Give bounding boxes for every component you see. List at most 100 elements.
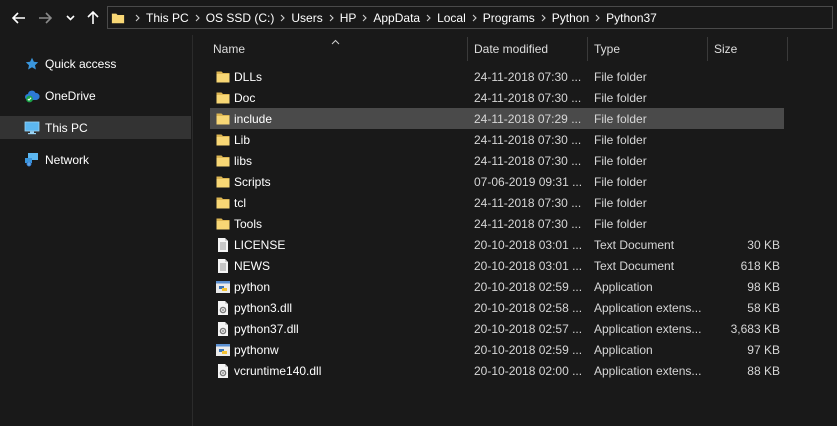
file-row[interactable]: include 24-11-2018 07:29 ... File folder — [210, 108, 784, 129]
column-divider[interactable] — [707, 37, 708, 61]
file-row[interactable]: Lib 24-11-2018 07:30 ... File folder — [210, 129, 784, 150]
file-row[interactable]: vcruntime140.dll 20-10-2018 02:00 ... Appl… — [210, 360, 784, 381]
breadcrumb-item[interactable]: OS SSD (C:) — [206, 11, 275, 25]
column-divider[interactable] — [787, 37, 788, 61]
file-row[interactable]: tcl 24-11-2018 07:30 ... File folder — [210, 192, 784, 213]
computer-icon — [24, 120, 40, 136]
chevron-right-icon[interactable] — [329, 14, 334, 22]
address-bar[interactable]: This PC OS SSD (C:) Users HP AppData Local Pro… — [107, 6, 833, 29]
file-date: 24-11-2018 07:30 ... — [474, 69, 582, 84]
chevron-right-icon[interactable] — [426, 14, 431, 22]
chevron-right-icon[interactable] — [135, 14, 140, 22]
chevron-right-icon[interactable] — [195, 14, 200, 22]
file-row[interactable]: python 20-10-2018 02:59 ... Application 98 … — [210, 276, 784, 297]
recent-locations-button[interactable] — [60, 6, 80, 30]
up-button[interactable] — [82, 6, 104, 30]
breadcrumb-item[interactable]: Python37 — [606, 11, 657, 25]
file-row[interactable]: libs 24-11-2018 07:30 ... File folder — [210, 150, 784, 171]
sidebar-item-label: OneDrive — [45, 88, 96, 103]
file-type: File folder — [594, 111, 647, 126]
sidebar-item-this-pc[interactable]: This PC — [0, 116, 191, 139]
file-name: Lib — [234, 132, 251, 147]
file-row[interactable]: Tools 24-11-2018 07:30 ... File folder — [210, 213, 784, 234]
network-icon — [24, 152, 40, 168]
file-name: DLLs — [234, 69, 263, 84]
column-header-label: Name — [213, 42, 246, 56]
folder-icon — [215, 195, 231, 211]
file-date: 20-10-2018 03:01 ... — [474, 258, 583, 273]
chevron-down-icon — [65, 15, 75, 21]
onedrive-cloud-icon — [24, 88, 40, 104]
file-type: Application extens... — [594, 321, 702, 336]
file-row[interactable]: python37.dll 20-10-2018 02:57 ... Applicat… — [210, 318, 784, 339]
file-row[interactable]: DLLs 24-11-2018 07:30 ... File folder — [210, 66, 784, 87]
breadcrumb-item[interactable]: AppData — [373, 11, 420, 25]
file-type: File folder — [594, 132, 647, 147]
column-header-size[interactable]: Size — [714, 36, 784, 62]
column-header-date[interactable]: Date modified — [474, 36, 584, 62]
chevron-right-icon[interactable] — [541, 14, 546, 22]
column-header-name[interactable]: Name — [213, 36, 463, 62]
file-type: Application extens... — [594, 300, 702, 315]
file-row[interactable]: pythonw 20-10-2018 02:59 ... Application 97… — [210, 339, 784, 360]
column-header-label: Type — [594, 42, 621, 56]
file-row[interactable]: LICENSE 20-10-2018 03:01 ... Text Document… — [210, 234, 784, 255]
file-type: Application extens... — [594, 363, 702, 378]
navigation-bar: This PC OS SSD (C:) Users HP AppData Local Pro… — [0, 0, 837, 35]
file-size — [714, 129, 780, 150]
breadcrumb-item[interactable]: Users — [291, 11, 322, 25]
file-size: 58 KB — [747, 300, 780, 315]
chevron-right-icon[interactable] — [280, 14, 286, 22]
column-divider[interactable] — [587, 37, 588, 61]
file-row[interactable]: Scripts 07-06-2019 09:31 ... File folder — [210, 171, 784, 192]
file-type: Text Document — [594, 237, 675, 252]
file-type: File folder — [594, 90, 647, 105]
chevron-right-icon[interactable] — [595, 14, 600, 22]
folder-icon — [215, 69, 231, 85]
file-type: File folder — [594, 216, 647, 231]
column-header-type[interactable]: Type — [594, 36, 704, 62]
file-type: Application — [594, 342, 653, 357]
column-header-bar: Name Date modified Type Size — [195, 36, 837, 62]
sidebar-item-onedrive[interactable]: OneDrive — [0, 84, 191, 107]
file-size — [714, 66, 780, 87]
sidebar-item-network[interactable]: Network — [0, 148, 191, 171]
file-type: Text Document — [594, 258, 675, 273]
chevron-right-icon[interactable] — [362, 14, 368, 22]
file-row[interactable]: NEWS 20-10-2018 03:01 ... Text Document 618… — [210, 255, 784, 276]
file-size: 30 KB — [747, 237, 780, 252]
column-divider[interactable] — [467, 37, 468, 61]
file-size: 98 KB — [747, 279, 780, 294]
file-size — [714, 171, 780, 192]
breadcrumb-item[interactable]: HP — [340, 11, 357, 25]
file-date: 20-10-2018 02:59 ... — [474, 342, 583, 357]
chevron-right-icon[interactable] — [472, 14, 477, 22]
breadcrumb-item[interactable]: Python — [552, 11, 589, 25]
python-app-icon — [215, 342, 231, 358]
sidebar-item-quick-access[interactable]: Quick access — [0, 52, 191, 75]
star-icon — [24, 56, 40, 72]
file-name: vcruntime140.dll — [234, 363, 322, 378]
breadcrumb: This PC OS SSD (C:) Users HP AppData Local Pro… — [129, 11, 657, 25]
file-date: 24-11-2018 07:30 ... — [474, 153, 582, 168]
file-name: pythonw — [234, 342, 279, 357]
arrow-left-icon — [12, 12, 25, 24]
breadcrumb-item[interactable]: Local — [437, 11, 466, 25]
folder-icon — [215, 216, 231, 232]
sidebar-item-label: Network — [45, 152, 90, 167]
forward-button[interactable] — [34, 6, 56, 30]
file-name: python37.dll — [234, 321, 299, 336]
breadcrumb-item[interactable]: Programs — [483, 11, 535, 25]
folder-icon — [215, 174, 231, 190]
file-size: 3,683 KB — [730, 321, 780, 336]
file-size — [714, 108, 780, 129]
file-date: 24-11-2018 07:30 ... — [474, 90, 582, 105]
file-row[interactable]: Doc 24-11-2018 07:30 ... File folder — [210, 87, 784, 108]
breadcrumb-item[interactable]: This PC — [146, 11, 189, 25]
file-date: 24-11-2018 07:30 ... — [474, 132, 582, 147]
file-row[interactable]: python3.dll 20-10-2018 02:58 ... Applicati… — [210, 297, 784, 318]
text-document-icon — [215, 237, 231, 253]
navigation-pane: Quick access OneDrive This PC Network — [0, 35, 193, 426]
back-button[interactable] — [8, 6, 30, 30]
file-size — [714, 87, 780, 108]
